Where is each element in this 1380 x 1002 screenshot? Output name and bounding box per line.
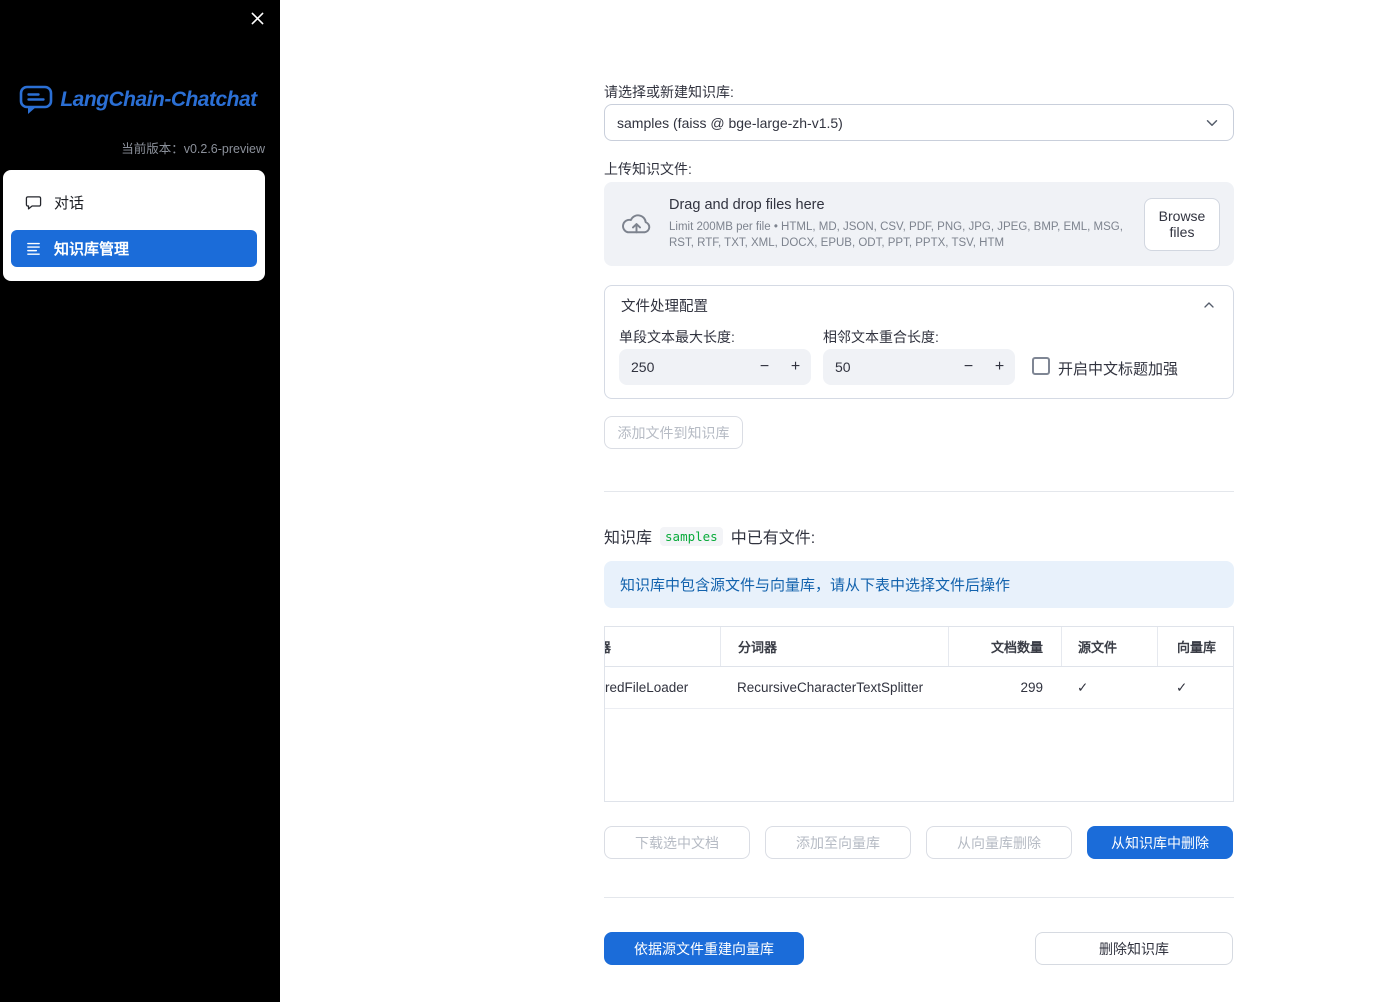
- cell-splitter: RecursiveCharacterTextSplitter: [737, 680, 924, 695]
- column-header-splitter[interactable]: 分词器: [720, 627, 948, 666]
- kb-select-dropdown[interactable]: samples (faiss @ bge-large-zh-v1.5): [604, 104, 1234, 141]
- overlap-size-value: 50: [835, 359, 851, 375]
- sidebar-item-dialogue[interactable]: 对话: [11, 184, 257, 221]
- table-row[interactable]: redFileLoader RecursiveCharacterTextSpli…: [605, 667, 1233, 709]
- list-icon: [25, 240, 42, 257]
- app-window: LangChain-Chatchat 当前版本：v0.2.6-preview 对…: [0, 0, 1380, 1002]
- chevron-up-icon: [1201, 297, 1217, 313]
- dropzone-text: Drag and drop files here Limit 200MB per…: [669, 197, 1144, 251]
- upload-label: 上传知识文件:: [604, 161, 692, 177]
- kb-files-suffix: 中已有文件:: [730, 530, 816, 547]
- logo-chat-icon: [19, 84, 53, 115]
- divider: [604, 491, 1234, 492]
- info-banner: 知识库中包含源文件与向量库，请从下表中选择文件后操作: [604, 561, 1234, 608]
- version-label: 当前版本：v0.2.6-preview: [121, 142, 265, 156]
- zh-title-checkbox[interactable]: [1032, 357, 1050, 375]
- overlap-size-input[interactable]: 50 − +: [823, 349, 1015, 385]
- delete-kb-button[interactable]: 删除知识库: [1035, 932, 1233, 965]
- plus-button[interactable]: +: [984, 349, 1015, 385]
- expander-title: 文件处理配置: [621, 298, 708, 315]
- table-header-row: 器 分词器 文档数量 源文件 向量库: [605, 627, 1233, 667]
- cell-loader: redFileLoader: [605, 680, 689, 695]
- file-config-expander: 文件处理配置 单段文本最大长度: 250 − + 相邻文本重合长度: 50 − …: [604, 285, 1234, 399]
- kb-select-value: samples (faiss @ bge-large-zh-v1.5): [617, 114, 843, 131]
- plus-button[interactable]: +: [780, 349, 811, 385]
- download-selected-button[interactable]: 下载选中文档: [604, 826, 750, 859]
- add-to-vectorstore-button[interactable]: 添加至向量库: [765, 826, 911, 859]
- logo-text: LangChain-Chatchat: [60, 87, 257, 111]
- chunk-size-value: 250: [631, 359, 655, 375]
- column-header-source-file[interactable]: 源文件: [1061, 627, 1157, 666]
- sidebar: LangChain-Chatchat 当前版本：v0.2.6-preview 对…: [0, 0, 280, 1002]
- kb-files-prefix: 知识库: [604, 530, 653, 547]
- file-dropzone[interactable]: Drag and drop files here Limit 200MB per…: [604, 182, 1234, 266]
- dropzone-limit-hint: Limit 200MB per file • HTML, MD, JSON, C…: [669, 221, 1123, 249]
- overlap-size-label: 相邻文本重合长度:: [823, 329, 939, 345]
- delete-from-vectorstore-button[interactable]: 从向量库删除: [926, 826, 1072, 859]
- browse-files-button[interactable]: Browse files: [1144, 197, 1220, 251]
- zh-title-checkbox-label: 开启中文标题加强: [1058, 361, 1179, 378]
- cell-source-file-check: ✓: [1077, 679, 1089, 695]
- chunk-size-label: 单段文本最大长度:: [619, 329, 735, 345]
- column-header-doc-count[interactable]: 文档数量: [948, 627, 1061, 666]
- sidebar-item-label: 对话: [54, 195, 85, 212]
- column-header-vector-store[interactable]: 向量库: [1157, 627, 1233, 666]
- sidebar-item-kb-management[interactable]: 知识库管理: [11, 230, 257, 267]
- divider: [604, 897, 1234, 898]
- minus-button[interactable]: −: [953, 349, 984, 385]
- kb-name-code: samples: [660, 526, 723, 546]
- expander-header[interactable]: 文件处理配置: [605, 286, 1233, 324]
- kb-select-label: 请选择或新建知识库:: [604, 84, 734, 100]
- add-files-button[interactable]: 添加文件到知识库: [604, 416, 743, 449]
- kb-files-heading: 知识库 samples 中已有文件:: [604, 524, 815, 548]
- sidebar-item-label: 知识库管理: [54, 241, 130, 258]
- chevron-down-icon: [1203, 114, 1221, 132]
- chat-bubble-icon: [25, 194, 42, 211]
- cell-doc-count: 299: [1020, 680, 1043, 695]
- chunk-size-input[interactable]: 250 − +: [619, 349, 811, 385]
- dropzone-title: Drag and drop files here: [669, 197, 825, 213]
- column-header-loader[interactable]: 器: [605, 627, 720, 666]
- minus-button[interactable]: −: [749, 349, 780, 385]
- sidebar-menu: 对话 知识库管理: [3, 170, 265, 281]
- sidebar-close-icon[interactable]: [248, 9, 266, 27]
- delete-from-kb-button[interactable]: 从知识库中删除: [1087, 826, 1233, 859]
- kb-files-table[interactable]: 器 分词器 文档数量 源文件 向量库 redFileLoader Recursi…: [604, 626, 1234, 802]
- cell-vector-store-check: ✓: [1176, 679, 1188, 695]
- cloud-upload-icon: [620, 211, 653, 237]
- rebuild-vectorstore-button[interactable]: 依据源文件重建向量库: [604, 932, 804, 965]
- app-logo: LangChain-Chatchat: [8, 84, 268, 115]
